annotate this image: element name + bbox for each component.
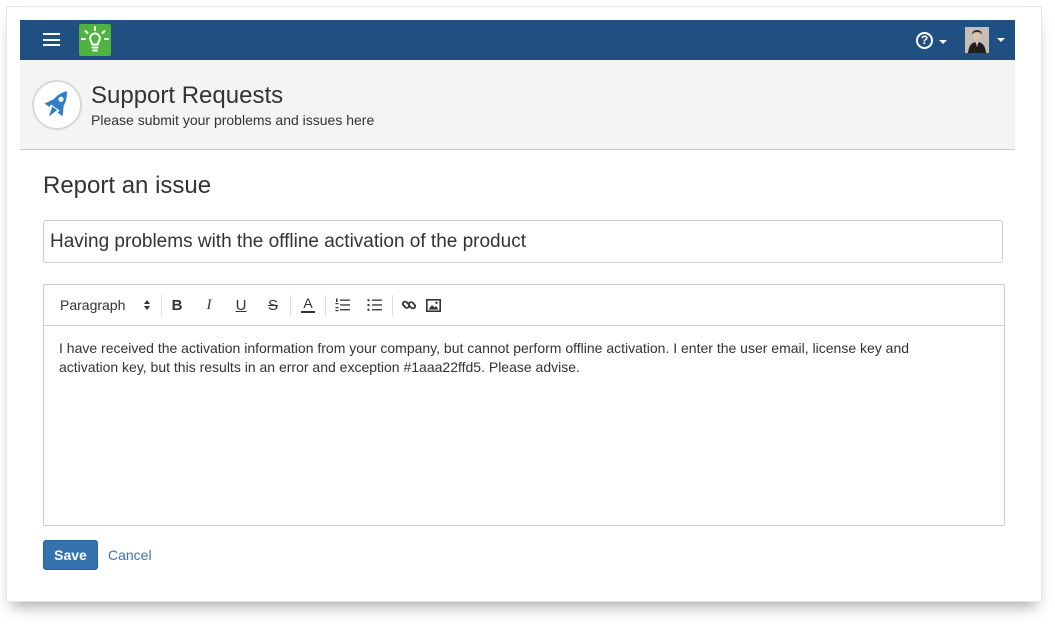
summary-input[interactable]	[43, 220, 1003, 263]
numbered-list-button[interactable]	[334, 285, 352, 325]
paragraph-format-label: Paragraph	[60, 297, 126, 313]
lightbulb-icon[interactable]	[79, 24, 111, 56]
page-title: Report an issue	[43, 172, 212, 199]
help-icon: ?	[916, 32, 933, 49]
image-icon	[425, 298, 441, 312]
italic-button[interactable]: I	[200, 285, 218, 325]
sort-arrows-icon	[144, 300, 150, 310]
cancel-link[interactable]: Cancel	[108, 547, 152, 563]
project-title: Support Requests	[91, 82, 284, 109]
toolbar-separator	[392, 295, 393, 316]
text-color-button[interactable]: A	[299, 285, 317, 325]
insert-link-button[interactable]	[400, 285, 418, 325]
underline-button[interactable]: U	[232, 285, 250, 325]
italic-icon: I	[206, 296, 212, 313]
chevron-down-icon	[939, 40, 947, 44]
bold-button[interactable]: B	[168, 285, 186, 325]
editor-toolbar: Paragraph B I U S A	[44, 285, 1004, 326]
strikethrough-button[interactable]: S	[264, 285, 282, 325]
top-navigation-bar: ?	[20, 20, 1015, 60]
project-header: Support Requests Please submit your prob…	[20, 60, 1015, 150]
bullet-list-icon	[367, 299, 382, 311]
user-profile-button[interactable]	[965, 27, 1009, 53]
user-avatar-icon	[965, 27, 989, 53]
save-button[interactable]: Save	[43, 540, 98, 570]
insert-image-button[interactable]	[424, 285, 442, 325]
help-menu-button[interactable]: ?	[916, 30, 952, 50]
toolbar-separator	[161, 295, 162, 316]
rocket-icon	[32, 80, 82, 130]
link-icon	[401, 300, 417, 310]
strikethrough-icon: S	[267, 296, 278, 314]
toolbar-separator	[325, 295, 326, 316]
description-text-area[interactable]: I have received the activation informati…	[44, 326, 944, 390]
underline-icon: U	[235, 296, 247, 314]
bold-icon: B	[171, 296, 183, 314]
toolbar-separator	[290, 295, 291, 316]
description-editor: Paragraph B I U S A I have received the …	[43, 284, 1005, 526]
bullet-list-button[interactable]	[366, 285, 384, 325]
hamburger-icon[interactable]	[43, 33, 60, 46]
color-bar	[301, 311, 315, 313]
numbered-list-icon	[335, 298, 350, 312]
project-subtitle: Please submit your problems and issues h…	[91, 112, 375, 128]
text-color-icon: A	[303, 295, 313, 311]
paragraph-format-select[interactable]: Paragraph	[60, 285, 154, 325]
chevron-down-icon	[997, 38, 1005, 42]
